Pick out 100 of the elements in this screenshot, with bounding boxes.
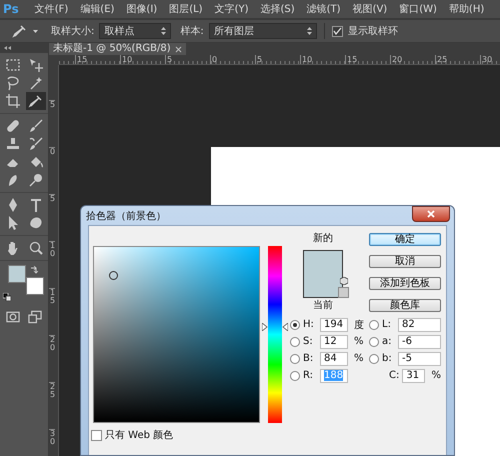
type-icon — [28, 197, 44, 213]
unit-label: % — [354, 353, 364, 364]
menu-item[interactable]: 视图(V) — [346, 2, 394, 16]
radio-button[interactable] — [290, 320, 300, 330]
web-colors-label: 只有 Web 颜色 — [105, 428, 174, 442]
value-field[interactable]: 194 — [320, 318, 348, 332]
ruler-number: 5 — [49, 100, 55, 147]
menu-item[interactable]: 图像(I) — [120, 2, 164, 16]
ruler-number: 10 — [49, 241, 55, 288]
ruler-number: 15 — [345, 55, 390, 64]
ruler-number: 30 — [480, 55, 492, 64]
quick-mask-icon[interactable] — [6, 309, 20, 324]
close-button[interactable] — [412, 206, 450, 222]
sample-label: 样本: — [180, 24, 204, 38]
dashed-rectangle-icon — [5, 57, 21, 73]
field-label: L: — [382, 319, 392, 330]
stamp-icon — [5, 136, 21, 152]
ruler-number: 0 — [49, 147, 55, 194]
field-label: C: — [389, 370, 400, 381]
foreground-color-swatch[interactable] — [8, 265, 26, 283]
move-icon — [28, 57, 44, 73]
color-field[interactable] — [93, 246, 260, 423]
menu-item[interactable]: 文字(Y) — [208, 2, 254, 16]
sample-size-dropdown[interactable]: 取样点 — [99, 23, 172, 39]
unit-label: % — [431, 370, 441, 381]
shape-icon — [28, 215, 44, 231]
radio-button[interactable] — [369, 336, 379, 346]
tool-button[interactable] — [3, 92, 23, 110]
radio-button[interactable] — [290, 370, 300, 380]
menu-item[interactable]: 窗口(W) — [393, 2, 443, 16]
ruler-number: 25 — [49, 382, 55, 429]
unit-label: % — [354, 336, 364, 347]
field-label: b: — [382, 353, 393, 364]
eyedropper-icon — [28, 93, 44, 109]
web-safe-swatch[interactable] — [338, 287, 349, 298]
radio-button[interactable] — [369, 320, 379, 330]
document-tab[interactable]: 未标题-1 @ 50%(RGB/8) — [49, 43, 186, 55]
field-label: B: — [303, 353, 314, 364]
show-ring-label: 显示取样环 — [348, 24, 398, 38]
updown-arrows-icon — [306, 27, 312, 35]
dodge-icon — [28, 172, 44, 188]
menu-item[interactable]: 图层(L) — [163, 2, 209, 16]
new-label: 新的 — [313, 233, 333, 245]
zoom-icon — [28, 240, 44, 256]
updown-arrows-icon — [161, 27, 166, 35]
caret-icon — [33, 30, 38, 32]
dialog-button[interactable]: 颜色库 — [369, 299, 441, 312]
swap-arrow-icon — [30, 266, 38, 274]
screen-mode-icon[interactable] — [28, 309, 42, 324]
crop-icon — [5, 93, 21, 109]
field-label: a: — [382, 336, 392, 347]
ruler-number: 15 — [49, 288, 55, 335]
history-brush-icon — [28, 136, 44, 152]
field-label: R: — [303, 370, 314, 381]
ruler-number: 5 — [165, 55, 210, 64]
background-color-swatch[interactable] — [26, 277, 44, 295]
value-field[interactable]: -5 — [398, 352, 441, 366]
menu-item[interactable]: 编辑(E) — [74, 2, 120, 16]
dialog-title: 拾色器（前景色） — [86, 210, 166, 222]
value-field[interactable]: -6 — [398, 334, 441, 348]
value-field[interactable]: 82 — [398, 318, 441, 332]
checkbox[interactable] — [91, 430, 102, 440]
dialog-button[interactable]: 确定 — [369, 233, 441, 246]
slider-handle[interactable] — [262, 323, 288, 332]
close-icon — [174, 46, 182, 52]
hue-slider[interactable] — [262, 246, 288, 423]
ruler-number: 0 — [210, 55, 255, 64]
tool-button[interactable] — [26, 92, 46, 110]
eyedropper-icon — [12, 23, 28, 39]
ruler-number: 10 — [300, 55, 345, 64]
sample-dropdown[interactable]: 所有图层 — [208, 23, 317, 39]
field-label: H: — [303, 319, 315, 330]
value-field[interactable]: 31 — [402, 368, 426, 382]
field-label: S: — [303, 336, 314, 347]
radio-button[interactable] — [290, 336, 300, 346]
checkbox[interactable] — [332, 26, 343, 36]
ruler-number: 20 — [390, 55, 435, 64]
lasso-icon — [5, 75, 21, 91]
dialog-button[interactable]: 添加到色板 — [369, 277, 441, 290]
current-label: 当前 — [313, 300, 333, 312]
menu-item[interactable]: 帮助(H) — [442, 2, 490, 16]
close-icon — [427, 210, 435, 218]
ruler-number: 10 — [120, 55, 165, 64]
sample-size-label: 取样大小: — [51, 24, 94, 38]
ruler-number: 5 — [255, 55, 300, 64]
menu-item[interactable]: 文件(F) — [28, 2, 74, 16]
app-logo: Ps — [2, 2, 20, 16]
ruler-number: 5 — [49, 194, 55, 241]
menu-item[interactable]: 滤镜(T) — [300, 2, 347, 16]
value-field[interactable]: 12 — [320, 334, 348, 348]
unit-label: 度 — [354, 318, 364, 332]
ruler-number: 30 — [49, 429, 55, 456]
radio-button[interactable] — [369, 354, 379, 364]
picker-ring[interactable] — [109, 271, 118, 280]
cube-icon — [340, 277, 348, 285]
collapse-arrows-icon — [4, 46, 11, 50]
value-field[interactable]: 84 — [320, 352, 348, 366]
radio-button[interactable] — [290, 354, 300, 364]
dialog-button[interactable]: 取消 — [369, 255, 441, 268]
menu-item[interactable]: 选择(S) — [254, 2, 301, 16]
